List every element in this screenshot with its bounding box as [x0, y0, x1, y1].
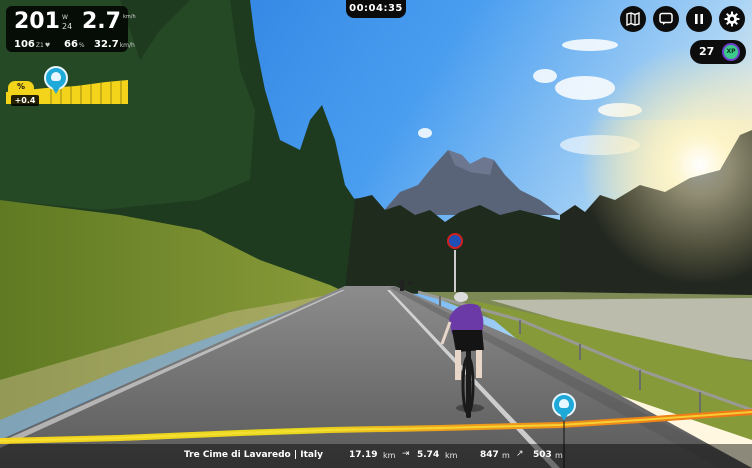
distance-value: 17.19: [349, 450, 378, 460]
climb-unit: m: [555, 451, 563, 460]
elevation-unit: m: [502, 451, 510, 460]
power-3s-value: 24: [62, 22, 73, 31]
chat-button[interactable]: [653, 6, 679, 32]
grade-label: %: [8, 81, 34, 93]
remaining-arrow-icon: ⇥: [402, 449, 410, 459]
pause-icon: [695, 14, 703, 24]
remaining-unit: km: [445, 451, 458, 460]
xp-counter: 27 XP: [690, 40, 746, 64]
distance-unit: km: [383, 451, 396, 460]
rider-position-icon: [44, 66, 68, 94]
map-icon: [626, 11, 640, 27]
elapsed-timer: 00:04:35: [346, 0, 406, 18]
speed-unit: km/h: [123, 14, 136, 20]
grade-value: +0.4: [11, 95, 39, 106]
video-scene: [0, 0, 752, 468]
elevation-value: 847: [480, 450, 499, 460]
xp-badge-icon: XP: [724, 45, 738, 59]
map-button[interactable]: [620, 6, 646, 32]
speed-value: 2.7: [82, 9, 121, 34]
pause-button[interactable]: [686, 6, 712, 32]
climb-trend-icon: ↗: [516, 449, 524, 459]
ride-stats-panel: 201 W 24 2.7 km/h 106Z1♥ 66% 32.7km/h: [6, 6, 136, 52]
gear-icon: [724, 11, 740, 27]
settings-button[interactable]: [719, 6, 745, 32]
avg-speed: 32.7km/h: [94, 39, 135, 50]
power-unit: W: [62, 14, 68, 21]
rider-progress-marker-icon: [552, 393, 576, 421]
chat-icon: [659, 12, 673, 25]
heart-rate: 106Z1♥: [14, 39, 51, 50]
power-value: 201: [14, 9, 60, 34]
remaining-value: 5.74: [417, 450, 440, 460]
climb-value: 503: [533, 450, 552, 460]
route-name: Tre Cime di Lavaredo | Italy: [184, 450, 323, 460]
cadence: 66%: [64, 39, 85, 50]
xp-value: 27: [699, 45, 715, 58]
